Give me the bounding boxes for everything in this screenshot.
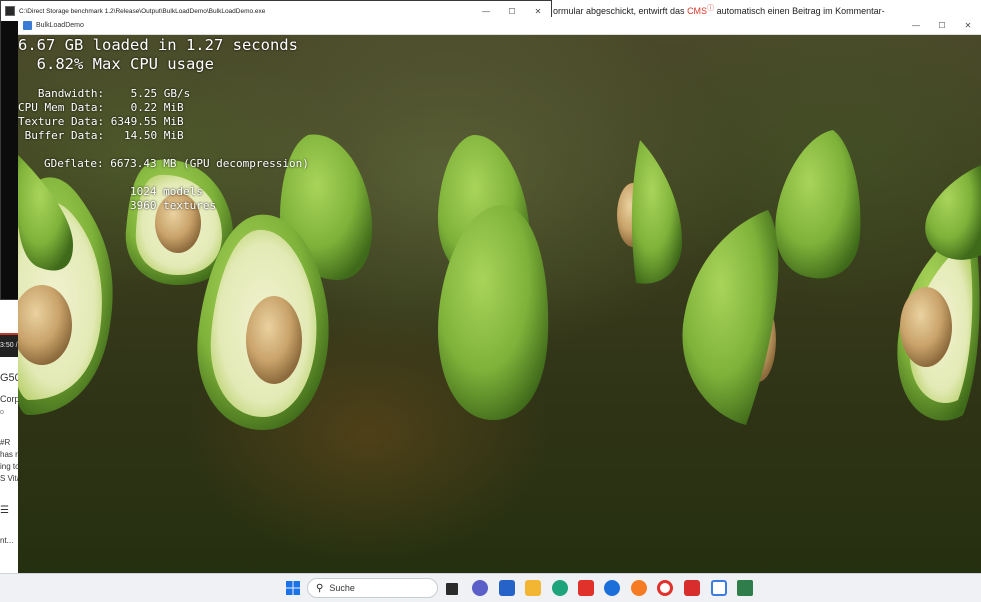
texture-stat: Texture Data: 6349.55 MiB bbox=[18, 115, 184, 128]
close-button[interactable]: ✕ bbox=[525, 7, 551, 16]
maps-pin-icon[interactable] bbox=[604, 580, 620, 596]
cpu-usage: 6.82% Max CPU usage bbox=[18, 55, 214, 73]
strip-text-6: ing to bbox=[0, 462, 18, 471]
strip-text-3: o bbox=[0, 409, 4, 416]
background-page-strip: 3:50 / G50 Corp o #R has r ing to S Vita… bbox=[0, 300, 18, 573]
avocado-slice bbox=[682, 210, 779, 425]
terminal-icon[interactable] bbox=[737, 580, 753, 596]
start-icon[interactable] bbox=[285, 580, 301, 596]
firefox-icon[interactable] bbox=[631, 580, 647, 596]
cms-link[interactable]: CMS bbox=[687, 6, 707, 16]
minimize-button[interactable]: — bbox=[473, 7, 499, 16]
strip-text-2: Corp bbox=[0, 394, 18, 404]
bulkloaddemo-window: BulkLoadDemo — ☐ ✕ 6.67 GB loaded in 1.2… bbox=[18, 17, 981, 573]
edge-icon[interactable] bbox=[552, 580, 568, 596]
taskbar-search[interactable]: ⚲ Suche bbox=[307, 578, 438, 598]
search-icon: ⚲ bbox=[316, 582, 324, 594]
buffer-stat: Buffer Data: 14.50 MiB bbox=[18, 129, 184, 142]
demo-close-button[interactable]: ✕ bbox=[955, 21, 981, 30]
gdeflate-stat: GDeflate: 6673.43 MB (GPU decompression) bbox=[44, 157, 309, 170]
browser-article-text: ormular abgeschickt, entwirft das CMSⓘ a… bbox=[552, 0, 981, 17]
console-icon bbox=[5, 6, 15, 16]
bandwidth-stat: Bandwidth: 5.25 GB/s bbox=[18, 87, 191, 100]
load-summary: 6.67 GB loaded in 1.27 seconds bbox=[18, 36, 298, 54]
strip-text-1: G50 bbox=[0, 372, 18, 384]
strip-text-4: #R bbox=[0, 438, 11, 447]
info-icon: ⓘ bbox=[707, 5, 715, 12]
menu-icon[interactable]: ☰ bbox=[0, 505, 9, 516]
textures-count: 3960 textures bbox=[130, 199, 217, 212]
maximize-button[interactable]: ☐ bbox=[499, 7, 525, 16]
demo-maximize-button[interactable]: ☐ bbox=[929, 21, 955, 30]
strip-text-5: has r bbox=[0, 450, 18, 459]
models-count: 1024 models bbox=[130, 185, 203, 198]
app-icon bbox=[23, 21, 32, 30]
demo-minimize-button[interactable]: — bbox=[903, 21, 929, 30]
video-time: 3:50 / bbox=[0, 335, 18, 357]
avocado-whole bbox=[925, 165, 981, 260]
vivaldi-2-icon[interactable] bbox=[684, 580, 700, 596]
snipping-tool-icon[interactable] bbox=[711, 580, 727, 596]
chat-icon[interactable] bbox=[472, 580, 488, 596]
file-explorer-icon[interactable] bbox=[525, 580, 541, 596]
avocado-slice bbox=[617, 140, 683, 284]
strip-text-8: nt... bbox=[0, 536, 14, 545]
strip-text-7: S Vita bbox=[0, 474, 18, 483]
console-title: C:\Direct Storage benchmark 1.2\Release\… bbox=[19, 7, 266, 15]
cpu-mem-stat: CPU Mem Data: 0.22 MiB bbox=[18, 101, 184, 114]
article-text-after: automatisch einen Beitrag im Kommentar- bbox=[714, 6, 885, 16]
search-placeholder: Suche bbox=[329, 583, 355, 593]
demo-titlebar[interactable]: BulkLoadDemo — ☐ ✕ bbox=[18, 17, 981, 35]
avocado-whole bbox=[775, 130, 861, 279]
opera-icon[interactable] bbox=[657, 580, 673, 596]
demo-title: BulkLoadDemo bbox=[36, 22, 84, 29]
task-view-icon[interactable] bbox=[446, 583, 458, 595]
store-icon[interactable] bbox=[499, 580, 515, 596]
article-text-before: ormular abgeschickt, entwirft das bbox=[553, 6, 688, 16]
vivaldi-icon[interactable] bbox=[578, 580, 594, 596]
taskbar: ⚲ Suche bbox=[0, 573, 981, 602]
